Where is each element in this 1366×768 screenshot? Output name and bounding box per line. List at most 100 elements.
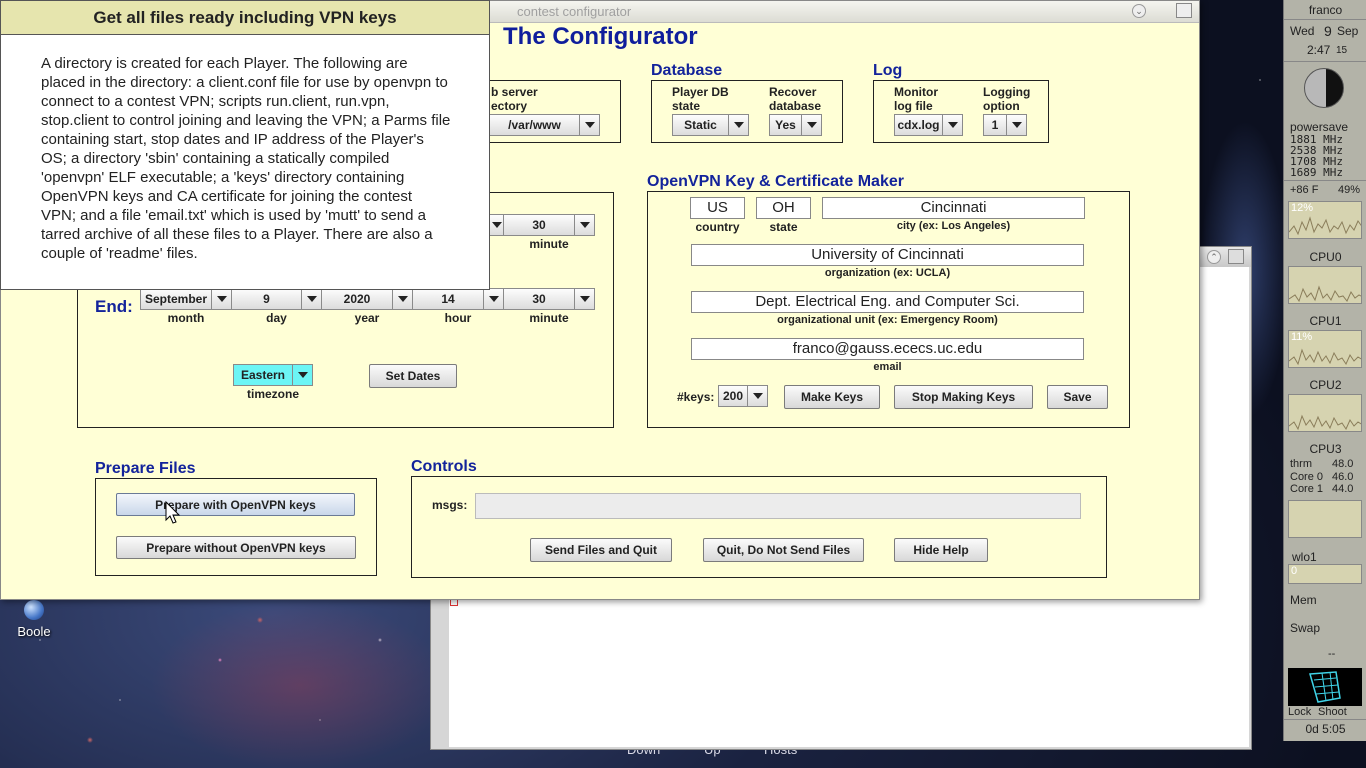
monitor-user: franco <box>1308 3 1343 17</box>
timezone-select[interactable]: Eastern <box>233 364 313 386</box>
recover-db-label: Recover database <box>769 85 821 113</box>
chevron-down-icon[interactable] <box>579 115 599 135</box>
end-date-label: End: <box>95 297 133 316</box>
monitor-log-value: cdx.log <box>897 118 940 132</box>
chevron-down-icon[interactable] <box>747 386 767 406</box>
email-field[interactable]: franco@gauss.ececs.uc.edu <box>691 338 1084 360</box>
cpu0-label: CPU0 <box>1309 250 1342 264</box>
monitor-month: Sep <box>1337 24 1359 38</box>
chevron-down-icon[interactable] <box>301 289 321 309</box>
lock-shoot-icon[interactable] <box>1288 668 1362 706</box>
prepare-with-keys-button[interactable]: Prepare with OpenVPN keys <box>116 493 355 516</box>
monitor-log-select[interactable]: cdx.log <box>894 114 963 136</box>
logging-option-label: Logging option <box>983 85 1030 113</box>
prepare-without-keys-button[interactable]: Prepare without OpenVPN keys <box>116 536 356 559</box>
end-minute-value: 30 <box>532 292 546 306</box>
hide-help-button[interactable]: Hide Help <box>894 538 988 562</box>
organization-field[interactable]: University of Cincinnati <box>691 244 1084 266</box>
start-hour-select[interactable] <box>489 214 504 236</box>
keys-count-value: 200 <box>722 389 744 403</box>
cpu1-label: CPU1 <box>1309 314 1342 328</box>
web-server-dir-select[interactable]: /var/www <box>489 114 600 136</box>
start-minute-select[interactable]: 30 <box>503 214 595 236</box>
window-menu-icon[interactable] <box>1228 249 1244 264</box>
chevron-down-icon[interactable] <box>574 289 594 309</box>
chevron-down-icon[interactable] <box>392 289 412 309</box>
end-minute-label: minute <box>529 311 569 325</box>
globe-icon <box>24 600 44 620</box>
mem-label: Mem <box>1290 593 1317 607</box>
desktop-nebula <box>150 600 450 768</box>
end-year-select[interactable]: 2020 <box>321 288 413 310</box>
shoot-label[interactable]: Shoot <box>1318 706 1347 718</box>
monitor-log-label-line2: log file <box>894 99 933 113</box>
org-unit-label: organizational unit (ex: Emergency Room) <box>777 314 998 326</box>
end-year-value: 2020 <box>343 292 371 306</box>
player-db-label-line1: Player DB <box>672 85 729 99</box>
help-body: A directory is created for each Player. … <box>41 55 451 262</box>
desktop-icon-boole[interactable]: Boole <box>14 600 54 639</box>
quit-no-send-button[interactable]: Quit, Do Not Send Files <box>703 538 864 562</box>
net-value: 0 <box>1291 565 1298 577</box>
country-field[interactable]: US <box>690 197 745 219</box>
recover-db-label-line2: database <box>769 99 822 113</box>
msgs-field[interactable] <box>475 493 1081 519</box>
chevron-down-icon[interactable] <box>574 215 594 235</box>
thermal-name-1: Core 0 <box>1290 471 1324 483</box>
org-unit-field[interactable]: Dept. Electrical Eng. and Computer Sci. <box>691 291 1084 313</box>
help-popup: Get all files ready including VPN keys A… <box>0 0 490 290</box>
java-app-icon[interactable] <box>1176 3 1192 18</box>
cpu2-label: CPU2 <box>1309 378 1342 392</box>
end-hour-select[interactable]: 14 <box>412 288 504 310</box>
chevron-down-icon[interactable] <box>211 289 231 309</box>
chevron-down-icon[interactable] <box>292 365 312 385</box>
logging-option-select[interactable]: 1 <box>983 114 1027 136</box>
make-keys-button[interactable]: Make Keys <box>784 385 880 409</box>
logging-option-label-line1: Logging <box>983 85 1031 99</box>
player-db-state-select[interactable]: Static <box>672 114 749 136</box>
end-minute-select[interactable]: 30 <box>503 288 595 310</box>
send-files-quit-button[interactable]: Send Files and Quit <box>530 538 672 562</box>
end-month-select[interactable]: September <box>140 288 232 310</box>
moon-phase-icon <box>1304 68 1344 108</box>
chevron-down-icon[interactable] <box>1006 115 1026 135</box>
chevron-down-icon[interactable] <box>490 215 504 235</box>
thermal-graph <box>1288 500 1362 538</box>
thermal-value-2: 44.0 <box>1332 483 1354 495</box>
recover-db-select[interactable]: Yes <box>769 114 822 136</box>
monitor-seconds: 15 <box>1336 45 1348 56</box>
state-field[interactable]: OH <box>756 197 811 219</box>
thermal-value-1: 46.0 <box>1332 471 1354 483</box>
divider <box>1284 180 1366 181</box>
divider <box>1284 719 1366 720</box>
stop-making-keys-button[interactable]: Stop Making Keys <box>894 385 1033 409</box>
cpu3-label: CPU3 <box>1309 442 1342 456</box>
chevron-down-icon[interactable] <box>801 115 821 135</box>
end-year-label: year <box>354 311 380 325</box>
chevron-down-icon[interactable] <box>728 115 748 135</box>
end-day-select[interactable]: 9 <box>231 288 322 310</box>
mouse-cursor-icon <box>165 501 181 524</box>
lock-label[interactable]: Lock <box>1288 706 1311 718</box>
openvpn-title: OpenVPN Key & Certificate Maker <box>647 173 904 190</box>
city-label: city (ex: Los Angeles) <box>896 220 1011 232</box>
timezone-label: timezone <box>246 387 299 401</box>
web-server-label: b server ectory <box>491 85 538 113</box>
end-day-value: 9 <box>263 292 270 306</box>
chevron-down-icon[interactable]: ⌄ <box>1132 4 1146 18</box>
save-button[interactable]: Save <box>1047 385 1108 409</box>
monitor-day: Wed <box>1290 24 1315 38</box>
cpu-all-graph: 12% <box>1288 201 1362 239</box>
chevron-down-icon[interactable] <box>483 289 503 309</box>
lock-shoot-svg <box>1309 671 1341 703</box>
monitor-time: 2:47 <box>1307 43 1331 57</box>
log-title: Log <box>873 62 903 79</box>
minimize-icon[interactable]: ⌃ <box>1207 250 1221 264</box>
chevron-down-icon[interactable] <box>942 115 962 135</box>
web-server-dir-value: /var/www <box>508 118 561 132</box>
web-server-label-line1: b server <box>491 85 538 99</box>
set-dates-button[interactable]: Set Dates <box>369 364 457 388</box>
city-field[interactable]: Cincinnati <box>822 197 1085 219</box>
keys-count-select[interactable]: 200 <box>718 385 768 407</box>
end-hour-value: 14 <box>441 292 455 306</box>
